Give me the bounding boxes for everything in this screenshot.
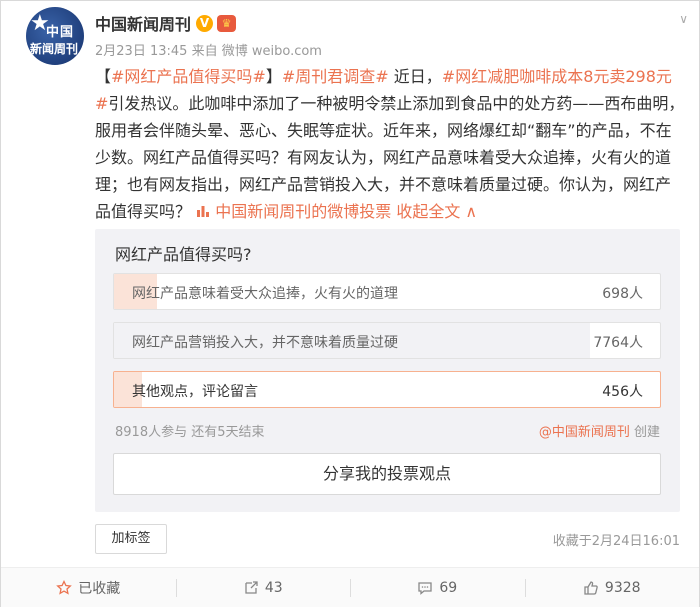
avatar-text-line2: 新闻周刊 (30, 42, 79, 56)
share-vote-button[interactable]: 分享我的投票观点 (113, 453, 661, 495)
post-time[interactable]: 2月23日 13:45 (95, 44, 187, 59)
poll-option-3[interactable]: 其他观点，评论留言 456人 (113, 371, 661, 408)
poll-option-label: 其他观点，评论留言 (132, 384, 258, 400)
bracket-open: 【 (95, 67, 112, 86)
favorite-button[interactable]: 已收藏 (1, 568, 176, 607)
poll-option-count: 7764人 (593, 335, 643, 351)
text-part-1: 近日， (388, 67, 442, 86)
poll-creator-link[interactable]: @中国新闻周刊 (539, 425, 630, 440)
poll-icon (197, 206, 210, 217)
poll-link[interactable]: 中国新闻周刊的微博投票 (196, 202, 391, 221)
chevron-down-icon[interactable]: ∨ (679, 12, 688, 26)
like-count: 9328 (604, 579, 641, 596)
comment-count: 69 (439, 579, 458, 596)
author-row: 中国新闻周刊 V ♛ (95, 11, 237, 35)
action-bar: 已收藏 43 69 9328 (1, 567, 699, 607)
repost-count: 43 (264, 579, 283, 596)
post-source[interactable]: 微博 weibo.com (222, 44, 322, 59)
avatar-text-line1: 中国 (46, 25, 75, 40)
poll-option-count: 456人 (602, 384, 643, 400)
poll-card: 网红产品值得买吗? 网红产品意味着受大众追捧，火有火的道理 698人 网红产品营… (95, 229, 680, 512)
add-tag-button[interactable]: 加标签 (95, 524, 167, 554)
poll-creator-suffix: 创建 (633, 425, 660, 440)
like-button[interactable]: 9328 (524, 568, 700, 607)
poll-option-1[interactable]: 网红产品意味着受大众追捧，火有火的道理 698人 (113, 273, 661, 310)
author-name[interactable]: 中国新闻周刊 (95, 11, 191, 35)
topic-tag-survey[interactable]: #周刊君调查# (282, 67, 389, 86)
poll-question: 网红产品值得买吗? (115, 245, 252, 264)
verified-v-icon: V (196, 14, 214, 32)
collapse-link[interactable]: 收起全文 ∧ (396, 202, 477, 221)
member-crown-icon[interactable]: ♛ (217, 14, 237, 32)
poll-option-count: 698人 (602, 286, 643, 302)
bracket-close: 】 (265, 67, 282, 86)
poll-creator: @中国新闻周刊 创建 (539, 421, 660, 440)
poll-stats: 8918人参与 还有5天结束 (115, 425, 265, 440)
repost-button[interactable]: 43 (175, 568, 351, 607)
comment-icon (418, 581, 432, 595)
poll-option-label: 网红产品营销投入大，并不意味着质量过硬 (132, 335, 398, 351)
poll-option-2[interactable]: 网红产品营销投入大，并不意味着质量过硬 7764人 (113, 322, 661, 359)
thumbs-up-icon (584, 580, 598, 595)
source-prefix: 来自 (191, 44, 218, 59)
chevron-up-icon: ∧ (465, 202, 478, 221)
poll-option-label: 网红产品意味着受大众追捧，火有火的道理 (132, 286, 398, 302)
topic-tag-worth-buying[interactable]: #网红产品值得买吗# (111, 67, 266, 86)
favorite-label: 已收藏 (78, 580, 121, 597)
collapse-label: 收起全文 (396, 202, 461, 221)
post-meta: 2月23日 13:45 来自 微博 weibo.com (95, 40, 322, 59)
favorite-time: 收藏于2月24日16:01 (552, 534, 680, 549)
star-icon (56, 579, 73, 595)
avatar[interactable]: ★ 中国 新闻周刊 (26, 7, 84, 65)
poll-link-label: 中国新闻周刊的微博投票 (215, 202, 392, 221)
repost-icon (245, 580, 258, 594)
post-text: 【#网红产品值得买吗#】#周刊君调查# 近日，#网红减肥咖啡成本8元卖298元#… (95, 63, 685, 225)
comment-button[interactable]: 69 (350, 568, 525, 607)
